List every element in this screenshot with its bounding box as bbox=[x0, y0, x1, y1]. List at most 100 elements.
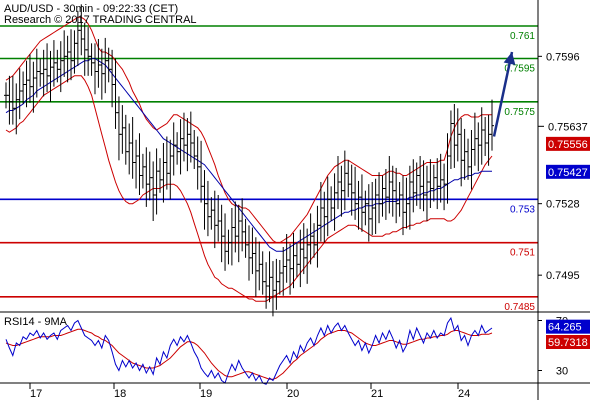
price-bar bbox=[472, 112, 477, 166]
price-bar bbox=[380, 175, 385, 217]
moving-average-line bbox=[5, 58, 492, 252]
price-bar bbox=[4, 82, 8, 109]
price-bar bbox=[459, 118, 464, 187]
price-bar bbox=[137, 133, 142, 195]
price-bar bbox=[418, 156, 423, 210]
price-bar bbox=[448, 110, 453, 169]
price-bar bbox=[277, 260, 282, 295]
x-tick-label: 21 bbox=[371, 388, 383, 400]
price-bar bbox=[161, 143, 166, 203]
rsi-chart bbox=[5, 316, 493, 385]
price-bar bbox=[359, 174, 364, 232]
price-bar bbox=[216, 195, 221, 242]
price-bar bbox=[435, 158, 440, 210]
price-bar bbox=[82, 22, 87, 76]
price-bar bbox=[247, 225, 251, 281]
price-bar bbox=[346, 160, 351, 198]
price-bar bbox=[387, 156, 392, 214]
price-bar bbox=[274, 258, 279, 310]
ma-tag: 0.75427 bbox=[548, 167, 588, 179]
price-chart: 0.7610.75950.75750.7530.7510.7485 bbox=[0, 4, 538, 317]
price-bar bbox=[21, 71, 26, 104]
price-bar bbox=[130, 117, 135, 179]
level-label: 0.7575 bbox=[504, 107, 535, 118]
price-bar bbox=[185, 118, 190, 172]
price-bar bbox=[342, 150, 347, 211]
x-tick-label: 18 bbox=[114, 388, 126, 400]
level-label: 0.751 bbox=[510, 248, 535, 259]
level-label: 0.761 bbox=[510, 31, 535, 42]
price-bar bbox=[151, 161, 156, 221]
bollinger-upper-line bbox=[5, 16, 492, 244]
price-bar bbox=[315, 205, 320, 268]
price-bar bbox=[7, 75, 12, 125]
price-bar bbox=[253, 237, 258, 297]
price-bar bbox=[294, 242, 299, 278]
price-bar bbox=[113, 58, 118, 129]
price-bar bbox=[134, 139, 139, 189]
price-bar bbox=[226, 229, 231, 265]
price-bar bbox=[284, 234, 289, 283]
x-tick-label: 17 bbox=[30, 388, 42, 400]
price-tag: 0.75637 bbox=[548, 121, 588, 133]
price-bar bbox=[171, 122, 176, 176]
price-bar bbox=[353, 166, 358, 220]
level-label: 0.7485 bbox=[504, 302, 535, 313]
x-tick-label: 19 bbox=[200, 388, 212, 400]
price-bar bbox=[24, 60, 29, 108]
price-bar bbox=[401, 175, 406, 236]
price-bar bbox=[99, 48, 104, 100]
price-bar bbox=[178, 119, 183, 175]
price-bar bbox=[116, 96, 121, 161]
price-bar bbox=[10, 75, 15, 125]
price-bar bbox=[462, 128, 467, 180]
price-bar bbox=[140, 153, 145, 189]
price-bar bbox=[168, 139, 173, 200]
chart-canvas: 0.7610.75950.75750.7530.7510.7485 0.7596… bbox=[0, 0, 590, 400]
price-bar bbox=[72, 30, 77, 74]
price-bar bbox=[452, 104, 457, 168]
rsi-tag: 64.265 bbox=[548, 322, 582, 334]
price-bar bbox=[394, 167, 399, 224]
y-tick-label: 0.7528 bbox=[546, 199, 580, 211]
rsi-y-tick-label: 30 bbox=[556, 366, 568, 378]
price-bar bbox=[86, 27, 91, 76]
price-bar bbox=[45, 43, 50, 93]
price-bar bbox=[270, 261, 275, 317]
price-bar bbox=[373, 178, 378, 234]
rsi_ma-tag: 59.7318 bbox=[548, 337, 588, 349]
price-bar bbox=[349, 164, 354, 216]
price-bar bbox=[298, 229, 303, 288]
price-bar bbox=[356, 180, 361, 230]
price-bar bbox=[209, 197, 214, 230]
y-tick-label: 0.7596 bbox=[546, 51, 580, 63]
price-bar bbox=[92, 43, 97, 95]
rsi-line bbox=[5, 316, 493, 385]
rsi-title: RSI14 - 9MA bbox=[4, 316, 67, 328]
price-bar bbox=[27, 54, 32, 103]
price-bar bbox=[329, 186, 334, 221]
price-bar bbox=[267, 251, 272, 303]
price-bar bbox=[144, 147, 149, 207]
price-bar bbox=[38, 58, 43, 87]
price-bar bbox=[332, 173, 337, 231]
price-bar bbox=[483, 117, 488, 156]
price-bar bbox=[147, 151, 152, 201]
price-bar bbox=[264, 262, 269, 309]
price-bar bbox=[164, 136, 169, 190]
price-bar bbox=[370, 182, 375, 236]
price-bar bbox=[466, 138, 471, 180]
copyright-text: Research © 2017 TRADING CENTRAL bbox=[4, 14, 197, 26]
price-bar bbox=[411, 159, 416, 213]
price-bar bbox=[58, 41, 63, 93]
price-bar bbox=[31, 61, 36, 113]
price-bar bbox=[260, 251, 265, 295]
price-bar bbox=[41, 49, 46, 97]
forecast-arrow-shaft bbox=[492, 51, 514, 137]
rsi-ma-line bbox=[5, 328, 493, 380]
price-bar bbox=[312, 223, 317, 258]
price-bar bbox=[219, 204, 224, 263]
price-bar bbox=[229, 208, 234, 266]
price-bar bbox=[428, 159, 433, 208]
price-bar bbox=[339, 165, 344, 217]
